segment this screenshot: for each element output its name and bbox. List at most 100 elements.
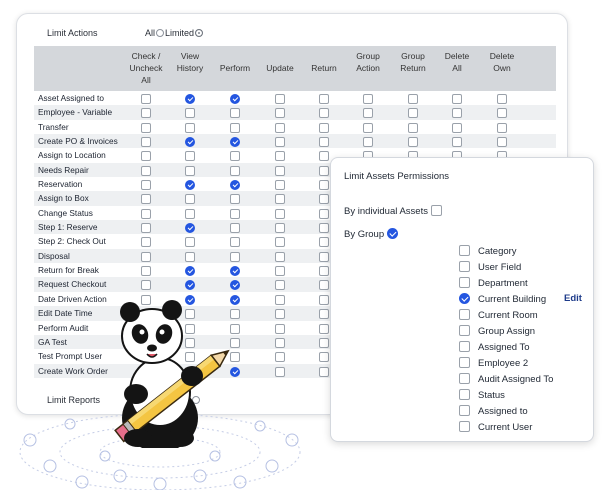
- group-item[interactable]: Current Room: [459, 309, 538, 323]
- permission-checkbox[interactable]: [319, 151, 329, 162]
- group-item-checkbox[interactable]: [459, 261, 470, 272]
- permission-checkbox[interactable]: [185, 165, 195, 176]
- permission-checkbox[interactable]: [497, 108, 507, 119]
- permission-checkbox[interactable]: [319, 94, 329, 104]
- permission-checkbox[interactable]: [185, 237, 195, 248]
- permission-checkbox[interactable]: [230, 122, 240, 133]
- group-item[interactable]: Current User: [459, 421, 532, 435]
- group-item-checkbox[interactable]: [459, 405, 470, 416]
- permission-checkbox[interactable]: [452, 122, 462, 133]
- permission-checkbox[interactable]: [141, 180, 151, 191]
- permission-checkbox[interactable]: [319, 194, 329, 205]
- permission-checkbox[interactable]: [319, 323, 329, 334]
- permission-checkbox[interactable]: [230, 208, 240, 219]
- permission-checkbox[interactable]: [141, 151, 151, 162]
- permission-checkbox[interactable]: [230, 137, 240, 148]
- permission-checkbox[interactable]: [185, 266, 195, 277]
- group-item-checkbox[interactable]: [459, 277, 470, 288]
- group-item[interactable]: Current Building: [459, 293, 546, 307]
- permission-checkbox[interactable]: [185, 108, 195, 119]
- permission-checkbox[interactable]: [319, 280, 329, 291]
- permission-checkbox[interactable]: [319, 294, 329, 305]
- group-item[interactable]: Employee 2: [459, 357, 528, 371]
- permission-checkbox[interactable]: [275, 309, 285, 320]
- permission-checkbox[interactable]: [275, 266, 285, 277]
- by-individual-assets-option[interactable]: By individual Assets: [344, 205, 442, 217]
- permission-checkbox[interactable]: [363, 137, 373, 148]
- permission-checkbox[interactable]: [275, 237, 285, 248]
- permission-checkbox[interactable]: [275, 366, 285, 377]
- permission-checkbox[interactable]: [319, 251, 329, 262]
- permission-checkbox[interactable]: [319, 165, 329, 176]
- permission-checkbox[interactable]: [275, 180, 285, 191]
- limited-radio[interactable]: [195, 29, 204, 37]
- permission-checkbox[interactable]: [141, 237, 151, 248]
- permission-checkbox[interactable]: [230, 94, 240, 104]
- permission-checkbox[interactable]: [275, 165, 285, 176]
- group-item-checkbox[interactable]: [459, 341, 470, 352]
- group-item-checkbox[interactable]: [459, 309, 470, 320]
- permission-checkbox[interactable]: [185, 194, 195, 205]
- group-item[interactable]: Status: [459, 389, 505, 403]
- permission-checkbox[interactable]: [275, 137, 285, 148]
- permission-checkbox[interactable]: [230, 165, 240, 176]
- group-item[interactable]: User Field: [459, 261, 521, 275]
- permission-checkbox[interactable]: [230, 180, 240, 191]
- permission-checkbox[interactable]: [141, 208, 151, 219]
- permission-checkbox[interactable]: [275, 280, 285, 291]
- permission-checkbox[interactable]: [319, 137, 329, 148]
- permission-checkbox[interactable]: [185, 94, 195, 104]
- permission-checkbox[interactable]: [497, 137, 507, 148]
- permission-checkbox[interactable]: [185, 151, 195, 162]
- permission-checkbox[interactable]: [363, 122, 373, 133]
- permission-checkbox[interactable]: [185, 223, 195, 234]
- permission-checkbox[interactable]: [319, 180, 329, 191]
- permission-checkbox[interactable]: [185, 251, 195, 262]
- permission-checkbox[interactable]: [363, 108, 373, 119]
- group-item[interactable]: Department: [459, 277, 528, 291]
- all-radio[interactable]: [156, 29, 165, 37]
- permission-checkbox[interactable]: [497, 122, 507, 133]
- group-item[interactable]: Category: [459, 245, 517, 259]
- permission-checkbox[interactable]: [185, 208, 195, 219]
- permission-checkbox[interactable]: [230, 251, 240, 262]
- permission-checkbox[interactable]: [275, 223, 285, 234]
- permission-checkbox[interactable]: [185, 180, 195, 191]
- by-group-option[interactable]: By Group: [344, 228, 399, 240]
- permission-checkbox[interactable]: [230, 194, 240, 205]
- group-item-checkbox[interactable]: [459, 357, 470, 368]
- permission-checkbox[interactable]: [141, 108, 151, 119]
- permission-checkbox[interactable]: [141, 122, 151, 133]
- permission-checkbox[interactable]: [230, 223, 240, 234]
- permission-checkbox[interactable]: [452, 94, 462, 104]
- by-individual-assets-checkbox[interactable]: [430, 205, 442, 216]
- group-item[interactable]: Group Assign: [459, 325, 535, 339]
- permission-checkbox[interactable]: [319, 266, 329, 277]
- edit-current-building-link[interactable]: Edit: [564, 293, 582, 304]
- permission-checkbox[interactable]: [185, 122, 195, 133]
- permission-checkbox[interactable]: [141, 266, 151, 277]
- permission-checkbox[interactable]: [408, 122, 418, 133]
- permission-checkbox[interactable]: [185, 280, 195, 291]
- group-item-checkbox[interactable]: [459, 421, 470, 432]
- permission-checkbox[interactable]: [275, 294, 285, 305]
- permission-checkbox[interactable]: [230, 280, 240, 291]
- permission-checkbox[interactable]: [275, 94, 285, 104]
- permission-checkbox[interactable]: [275, 194, 285, 205]
- permission-checkbox[interactable]: [230, 237, 240, 248]
- group-item-checkbox[interactable]: [459, 373, 470, 384]
- permission-checkbox[interactable]: [230, 151, 240, 162]
- permission-checkbox[interactable]: [452, 108, 462, 119]
- permission-checkbox[interactable]: [141, 194, 151, 205]
- permission-checkbox[interactable]: [141, 165, 151, 176]
- permission-checkbox[interactable]: [319, 366, 329, 377]
- permission-checkbox[interactable]: [319, 208, 329, 219]
- permission-checkbox[interactable]: [141, 223, 151, 234]
- permission-checkbox[interactable]: [363, 94, 373, 104]
- permission-checkbox[interactable]: [230, 108, 240, 119]
- permission-checkbox[interactable]: [408, 137, 418, 148]
- permission-checkbox[interactable]: [275, 352, 285, 363]
- permission-checkbox[interactable]: [319, 223, 329, 234]
- permission-checkbox[interactable]: [319, 122, 329, 133]
- permission-checkbox[interactable]: [275, 337, 285, 348]
